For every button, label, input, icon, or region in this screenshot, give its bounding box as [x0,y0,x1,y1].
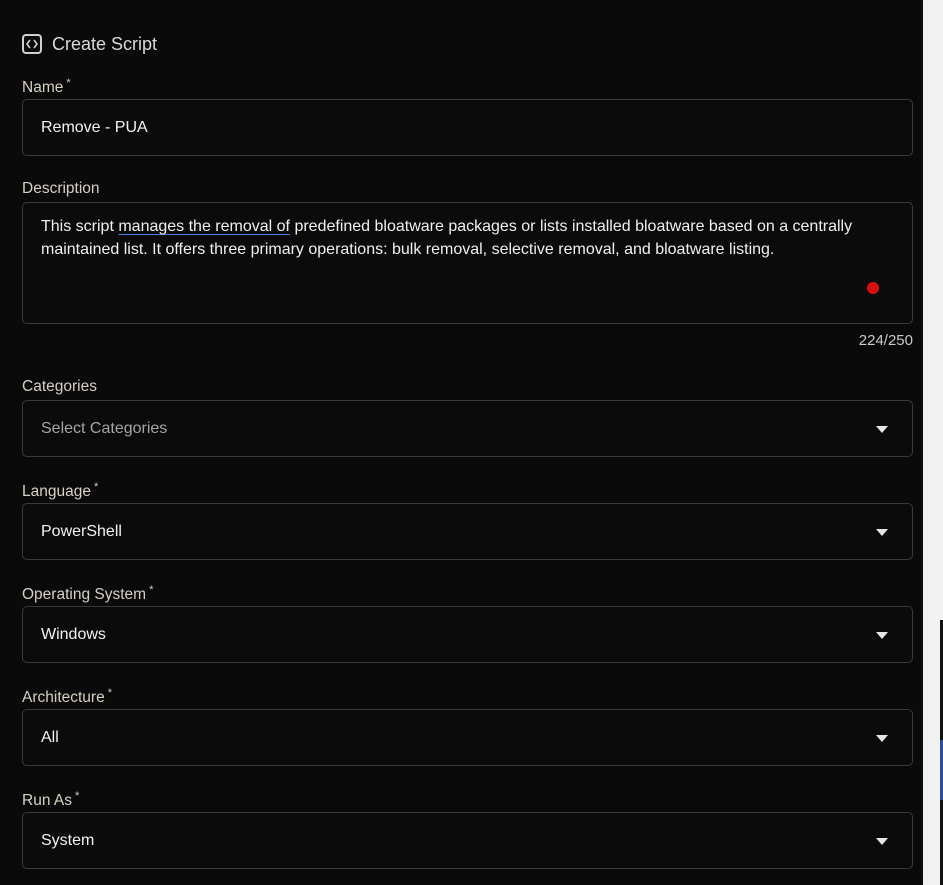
description-label-text: Description [22,180,100,197]
architecture-value: All [41,728,59,746]
spellcheck-underlined-text: manages the removal of [118,218,290,235]
name-input[interactable]: Remove - PUA [22,99,913,156]
run-as-label-text: Run As [22,792,72,810]
chevron-down-icon[interactable] [876,837,888,845]
operating-system-label-text: Operating System [22,586,147,604]
architecture-label-text: Architecture [22,689,105,707]
run-as-value: System [41,831,95,849]
required-mark: * [149,584,154,596]
required-mark: * [74,790,80,802]
categories-label-text: Categories [22,378,97,395]
description-text-start: This script [41,218,119,235]
language-label-text: Language [22,483,91,501]
recording-dot-icon [867,282,879,294]
description-value: This script manages the removal of prede… [41,215,901,261]
required-mark: * [93,481,99,493]
run-as-select[interactable]: System [22,812,913,869]
code-brackets-icon [22,34,42,54]
description-label: Description [22,180,100,198]
language-label: Language * [22,481,98,501]
name-label: Name * [22,77,71,97]
language-select[interactable]: PowerShell [22,503,913,560]
architecture-label: Architecture * [22,687,112,707]
chevron-down-icon[interactable] [876,528,888,536]
categories-label: Categories [22,378,97,396]
chevron-down-icon[interactable] [876,425,888,433]
categories-select[interactable]: Select Categories [22,400,913,457]
character-counter: 224/250 [858,332,913,349]
operating-system-value: Windows [41,625,106,643]
categories-placeholder: Select Categories [41,419,168,437]
name-label-text: Name [22,79,64,97]
language-value: PowerShell [41,522,122,540]
operating-system-select[interactable]: Windows [22,606,913,663]
required-mark: * [66,77,71,89]
page-title: Create Script [52,33,158,54]
create-script-panel: Create Script Name * Remove - PUA Descrip… [0,0,923,885]
operating-system-label: Operating System * [22,584,153,604]
chevron-down-icon[interactable] [876,734,888,742]
architecture-select[interactable]: All [22,709,913,766]
run-as-label: Run As * [22,790,79,810]
name-input-value: Remove - PUA [41,118,148,136]
chevron-down-icon[interactable] [876,631,888,639]
panel-header: Create Script [22,31,157,57]
description-textarea[interactable]: This script manages the removal of prede… [22,202,913,324]
required-mark: * [107,687,112,699]
